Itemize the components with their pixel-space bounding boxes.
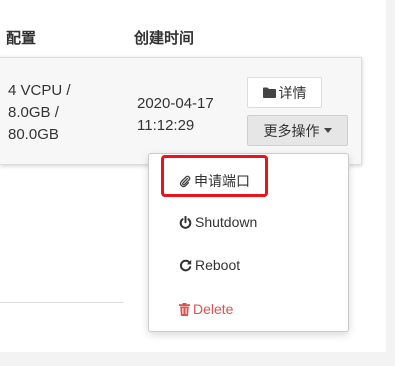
folder-icon [262, 87, 276, 98]
created-time: 11:12:29 [137, 117, 195, 134]
created-date: 2020-04-17 [137, 95, 214, 112]
detail-button-label: 详情 [278, 84, 307, 101]
more-actions-button[interactable]: 更多操作 [247, 115, 348, 146]
caret-down-icon [323, 128, 332, 133]
menu-item-label: Reboot [195, 257, 241, 273]
config-disk: 80.0GB [8, 126, 59, 143]
table-row: 4 VCPU / 8.0GB / 80.0GB 2020-04-17 11:12… [0, 57, 362, 165]
column-header-created: 创建时间 [134, 30, 195, 47]
menu-item-shutdown[interactable]: Shutdown [179, 214, 257, 230]
power-icon [179, 215, 192, 229]
more-actions-label: 更多操作 [263, 122, 320, 139]
menu-item-reboot[interactable]: Reboot [179, 257, 240, 273]
menu-item-apply-port[interactable]: 申请端口 [179, 171, 250, 191]
config-cpu: 4 VCPU / [8, 82, 71, 99]
created-cell: 2020-04-17 11:12:29 [137, 93, 214, 137]
config-cell: 4 VCPU / 8.0GB / 80.0GB [8, 80, 71, 146]
menu-item-label: 申请端口 [194, 173, 250, 189]
menu-item-label: Shutdown [195, 214, 258, 230]
trash-icon [179, 302, 190, 316]
detail-button[interactable]: 详情 [247, 77, 322, 108]
menu-item-delete[interactable]: Delete [179, 301, 233, 317]
refresh-icon [179, 259, 192, 272]
paperclip-icon [179, 175, 191, 188]
divider [0, 302, 124, 303]
column-header-config: 配置 [6, 30, 37, 47]
more-actions-dropdown: 申请端口 Shutdown Reboot Delete [148, 153, 349, 332]
menu-item-label: Delete [193, 301, 234, 317]
config-memory: 8.0GB / [8, 104, 59, 121]
